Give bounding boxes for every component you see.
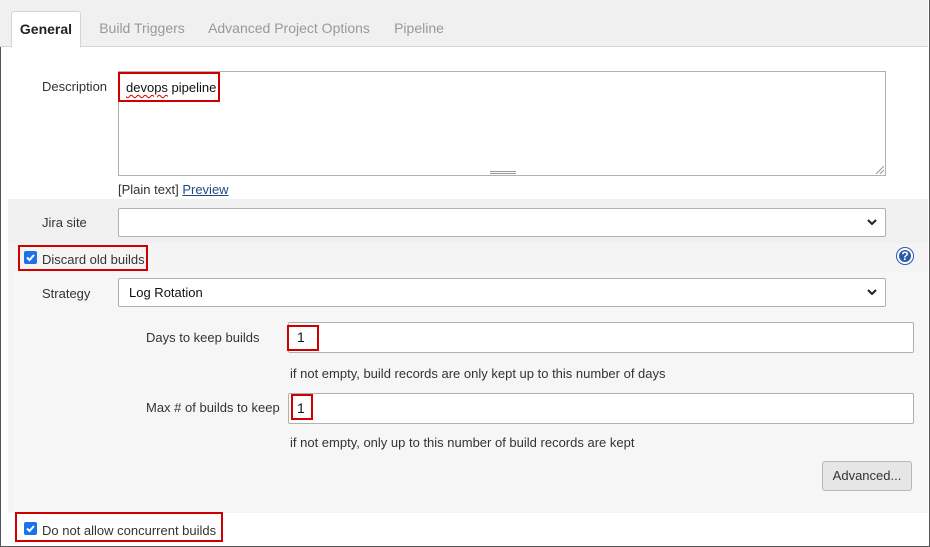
- jira-site-select[interactable]: [118, 208, 886, 237]
- tab-bar: General Build Triggers Advanced Project …: [0, 0, 928, 48]
- format-note: [Plain text] Preview: [118, 182, 229, 197]
- tab-pipeline[interactable]: Pipeline: [385, 11, 453, 47]
- strategy-value: Log Rotation: [129, 285, 203, 300]
- max-builds-label: Max # of builds to keep: [146, 400, 280, 415]
- days-to-keep-hint: if not empty, build records are only kep…: [290, 366, 666, 381]
- days-to-keep-input[interactable]: 1: [288, 322, 914, 353]
- discard-old-builds-label[interactable]: Discard old builds: [42, 252, 145, 267]
- resize-corner-icon[interactable]: [876, 166, 884, 174]
- description-value-word: devops: [126, 80, 168, 95]
- tab-general[interactable]: General: [11, 11, 81, 48]
- description-label: Description: [42, 79, 108, 94]
- max-builds-input[interactable]: 1: [288, 393, 914, 424]
- tab-advanced-project-options[interactable]: Advanced Project Options: [203, 11, 375, 47]
- discard-old-builds-checkbox[interactable]: [24, 251, 37, 264]
- concurrent-builds-checkbox[interactable]: [24, 522, 37, 535]
- days-to-keep-value: 1: [297, 329, 305, 345]
- max-builds-hint: if not empty, only up to this number of …: [290, 435, 635, 450]
- strategy-select[interactable]: Log Rotation: [118, 278, 886, 307]
- checkbox-checked-icon: [26, 254, 35, 262]
- concurrent-builds-label[interactable]: Do not allow concurrent builds: [42, 523, 216, 538]
- jira-site-label: Jira site: [42, 215, 87, 230]
- resize-grip[interactable]: [490, 171, 516, 174]
- description-textarea[interactable]: devops pipeline: [118, 71, 886, 176]
- preview-link[interactable]: Preview: [182, 182, 228, 197]
- description-value-word: pipeline: [171, 80, 217, 95]
- advanced-button[interactable]: Advanced...: [822, 461, 912, 491]
- plain-text-label: [Plain text]: [118, 182, 179, 197]
- days-to-keep-label: Days to keep builds: [146, 330, 260, 345]
- help-icon[interactable]: ?: [897, 248, 913, 264]
- tab-build-triggers[interactable]: Build Triggers: [91, 11, 193, 47]
- chevron-down-icon: [867, 219, 877, 226]
- discard-old-builds-body: [14, 272, 928, 512]
- chevron-down-icon: [867, 289, 877, 296]
- strategy-label: Strategy: [42, 286, 91, 301]
- max-builds-value: 1: [297, 400, 305, 416]
- checkbox-checked-icon: [26, 525, 35, 533]
